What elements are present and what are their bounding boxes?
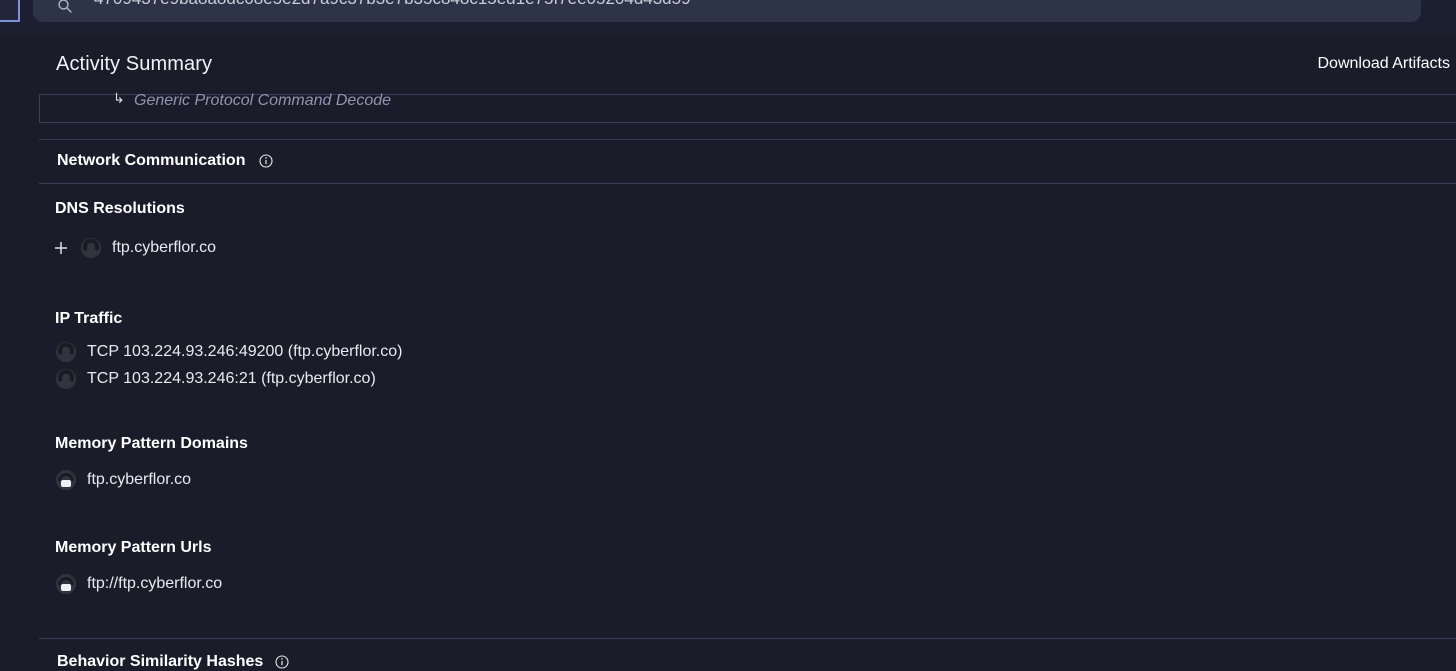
section-divider: [39, 638, 1456, 639]
memory-chip-icon: [55, 573, 77, 595]
memory-chip-icon: [55, 469, 77, 491]
activity-summary-header: Activity Summary Download Artifacts: [39, 34, 1456, 95]
dns-resolutions-title: DNS Resolutions: [55, 200, 185, 217]
list-item: ftp.cyberflor.co: [55, 468, 191, 492]
download-artifacts-button[interactable]: Download Artifacts: [1317, 55, 1450, 73]
mitre-technique-item[interactable]: Generic Protocol Command Decode: [134, 92, 391, 110]
search-icon: [58, 0, 72, 13]
top-search-bar: 4709437e9ba8a8dc08e5e2d7a9c37b3e7b35c848…: [0, 0, 1456, 34]
search-input-value[interactable]: 4709437e9ba8a8dc08e5e2d7a9c37b3e7b35c848…: [94, 0, 691, 9]
ip-traffic-title: IP Traffic: [55, 310, 123, 327]
list-item: TCP 103.224.93.246:21 (ftp.cyberflor.co): [55, 367, 376, 391]
previous-section-tail: ↳ Generic Protocol Command Decode: [39, 91, 1456, 123]
list-item: ftp://ftp.cyberflor.co: [55, 572, 222, 596]
plus-icon[interactable]: [54, 241, 68, 255]
sidebar-toggle[interactable]: [0, 0, 20, 22]
search-box[interactable]: 4709437e9ba8a8dc08e5e2d7a9c37b3e7b35c848…: [33, 0, 1421, 22]
info-icon[interactable]: [259, 154, 273, 168]
memory-pattern-domains-title: Memory Pattern Domains: [55, 435, 248, 452]
dns-domain[interactable]: ftp.cyberflor.co: [112, 239, 216, 257]
network-communication-header: Network Communication: [39, 140, 1456, 184]
info-icon[interactable]: [275, 655, 289, 669]
behavior-similarity-hashes-title: Behavior Similarity Hashes: [57, 653, 264, 670]
ip-connection[interactable]: TCP 103.224.93.246:21 (ftp.cyberflor.co): [87, 370, 376, 388]
risk-indicator-icon: [80, 237, 102, 259]
risk-indicator-icon: [55, 368, 77, 390]
memory-url[interactable]: ftp://ftp.cyberflor.co: [87, 575, 222, 593]
list-item: ftp.cyberflor.co: [54, 236, 216, 260]
list-item: TCP 103.224.93.246:49200 (ftp.cyberflor.…: [55, 340, 402, 364]
ip-connection[interactable]: TCP 103.224.93.246:49200 (ftp.cyberflor.…: [87, 343, 402, 361]
main-panel: Activity Summary Download Artifacts ↳ Ge…: [39, 34, 1456, 670]
memory-domain[interactable]: ftp.cyberflor.co: [87, 471, 191, 489]
section-title: Network Communication: [57, 152, 246, 169]
risk-indicator-icon: [55, 341, 77, 363]
page-title: Activity Summary: [56, 53, 213, 75]
memory-pattern-urls-title: Memory Pattern Urls: [55, 539, 212, 556]
subitem-arrow-icon: ↳: [113, 91, 125, 107]
